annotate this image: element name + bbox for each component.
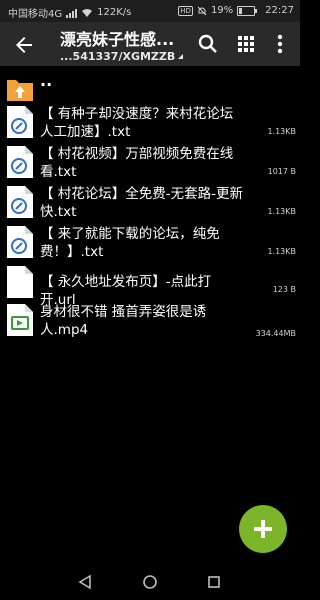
file-size: 123 B bbox=[272, 285, 296, 294]
blank-file-icon bbox=[7, 266, 33, 298]
clock: 22:27 bbox=[265, 5, 294, 16]
file-row[interactable]: 【 村花论坛】全免费-无套路-更新快.txt 1.13KB bbox=[0, 182, 300, 222]
navigation-bar bbox=[0, 564, 300, 600]
text-file-icon bbox=[7, 186, 33, 218]
file-size: 1017 B bbox=[267, 167, 296, 176]
battery-icon bbox=[237, 5, 258, 16]
text-file-icon bbox=[7, 106, 33, 138]
folder-title: 漂亮妹子性感... bbox=[60, 30, 175, 49]
text-file-icon bbox=[7, 226, 33, 258]
path-header[interactable]: 漂亮妹子性感... ...541337/XGMZZB bbox=[60, 26, 190, 63]
file-name: 【 有种子却没速度？来村花论坛人工加速】.txt bbox=[40, 106, 234, 140]
signal-icon bbox=[66, 8, 78, 18]
file-name: 【 来了就能下载的论坛，纯免费！】.txt bbox=[40, 226, 220, 260]
file-row[interactable]: 【 村花视频】万部视频免费在线看.txt 1017 B bbox=[0, 142, 300, 182]
more-vert-icon[interactable] bbox=[268, 32, 292, 56]
parent-label: .. bbox=[40, 71, 53, 90]
nav-recents-icon[interactable] bbox=[206, 574, 222, 590]
search-icon[interactable] bbox=[196, 32, 220, 56]
nav-home-icon[interactable] bbox=[142, 574, 158, 590]
path-text: ...541337/XGMZZB bbox=[60, 50, 176, 63]
file-list: .. 【 有种子却没速度？来村花论坛人工加速】.txt 1.13KB 【 村花视… bbox=[0, 66, 300, 344]
file-row[interactable]: 【 来了就能下载的论坛，纯免费！】.txt 1.13KB bbox=[0, 222, 300, 262]
toolbar: 漂亮妹子性感... ...541337/XGMZZB bbox=[0, 22, 300, 66]
network-speed: 122K/s bbox=[97, 7, 132, 18]
file-size: 334.44MB bbox=[255, 329, 296, 338]
file-row[interactable]: 【 有种子却没速度？来村花论坛人工加速】.txt 1.13KB bbox=[0, 102, 300, 142]
file-row[interactable]: 身材很不错 搔首弄姿很是诱人.mp4 334.44MB bbox=[0, 300, 300, 344]
dropdown-triangle-icon bbox=[178, 54, 184, 59]
parent-folder-row[interactable]: .. bbox=[0, 66, 300, 102]
file-row[interactable]: 【 永久地址发布页】-点此打开.url 123 B bbox=[0, 262, 300, 308]
file-size: 1.13KB bbox=[267, 247, 296, 256]
file-name: 【 村花论坛】全免费-无套路-更新快.txt bbox=[40, 186, 244, 220]
text-file-icon bbox=[7, 146, 33, 178]
file-name: 身材很不错 搔首弄姿很是诱人.mp4 bbox=[40, 304, 207, 338]
battery-percent: 19% bbox=[210, 5, 234, 16]
status-bar: 中国移动4G 122K/s HD 19% 22:27 bbox=[0, 0, 300, 22]
folder-up-icon bbox=[7, 80, 33, 101]
add-button[interactable] bbox=[239, 505, 287, 553]
grid-icon[interactable] bbox=[234, 32, 258, 56]
hd-badge: HD bbox=[178, 5, 193, 16]
file-size: 1.13KB bbox=[267, 127, 296, 136]
arrow-left-icon[interactable] bbox=[12, 33, 36, 57]
video-file-icon bbox=[7, 304, 33, 336]
bell-off-icon bbox=[197, 6, 207, 15]
file-name: 【 村花视频】万部视频免费在线看.txt bbox=[40, 146, 234, 180]
file-size: 1.13KB bbox=[267, 207, 296, 216]
carrier-label: 中国移动4G bbox=[8, 9, 63, 20]
nav-back-icon[interactable] bbox=[77, 574, 93, 590]
path-subtitle: ...541337/XGMZZB bbox=[60, 50, 190, 63]
wifi-icon bbox=[82, 8, 93, 17]
plus-icon bbox=[254, 520, 272, 538]
